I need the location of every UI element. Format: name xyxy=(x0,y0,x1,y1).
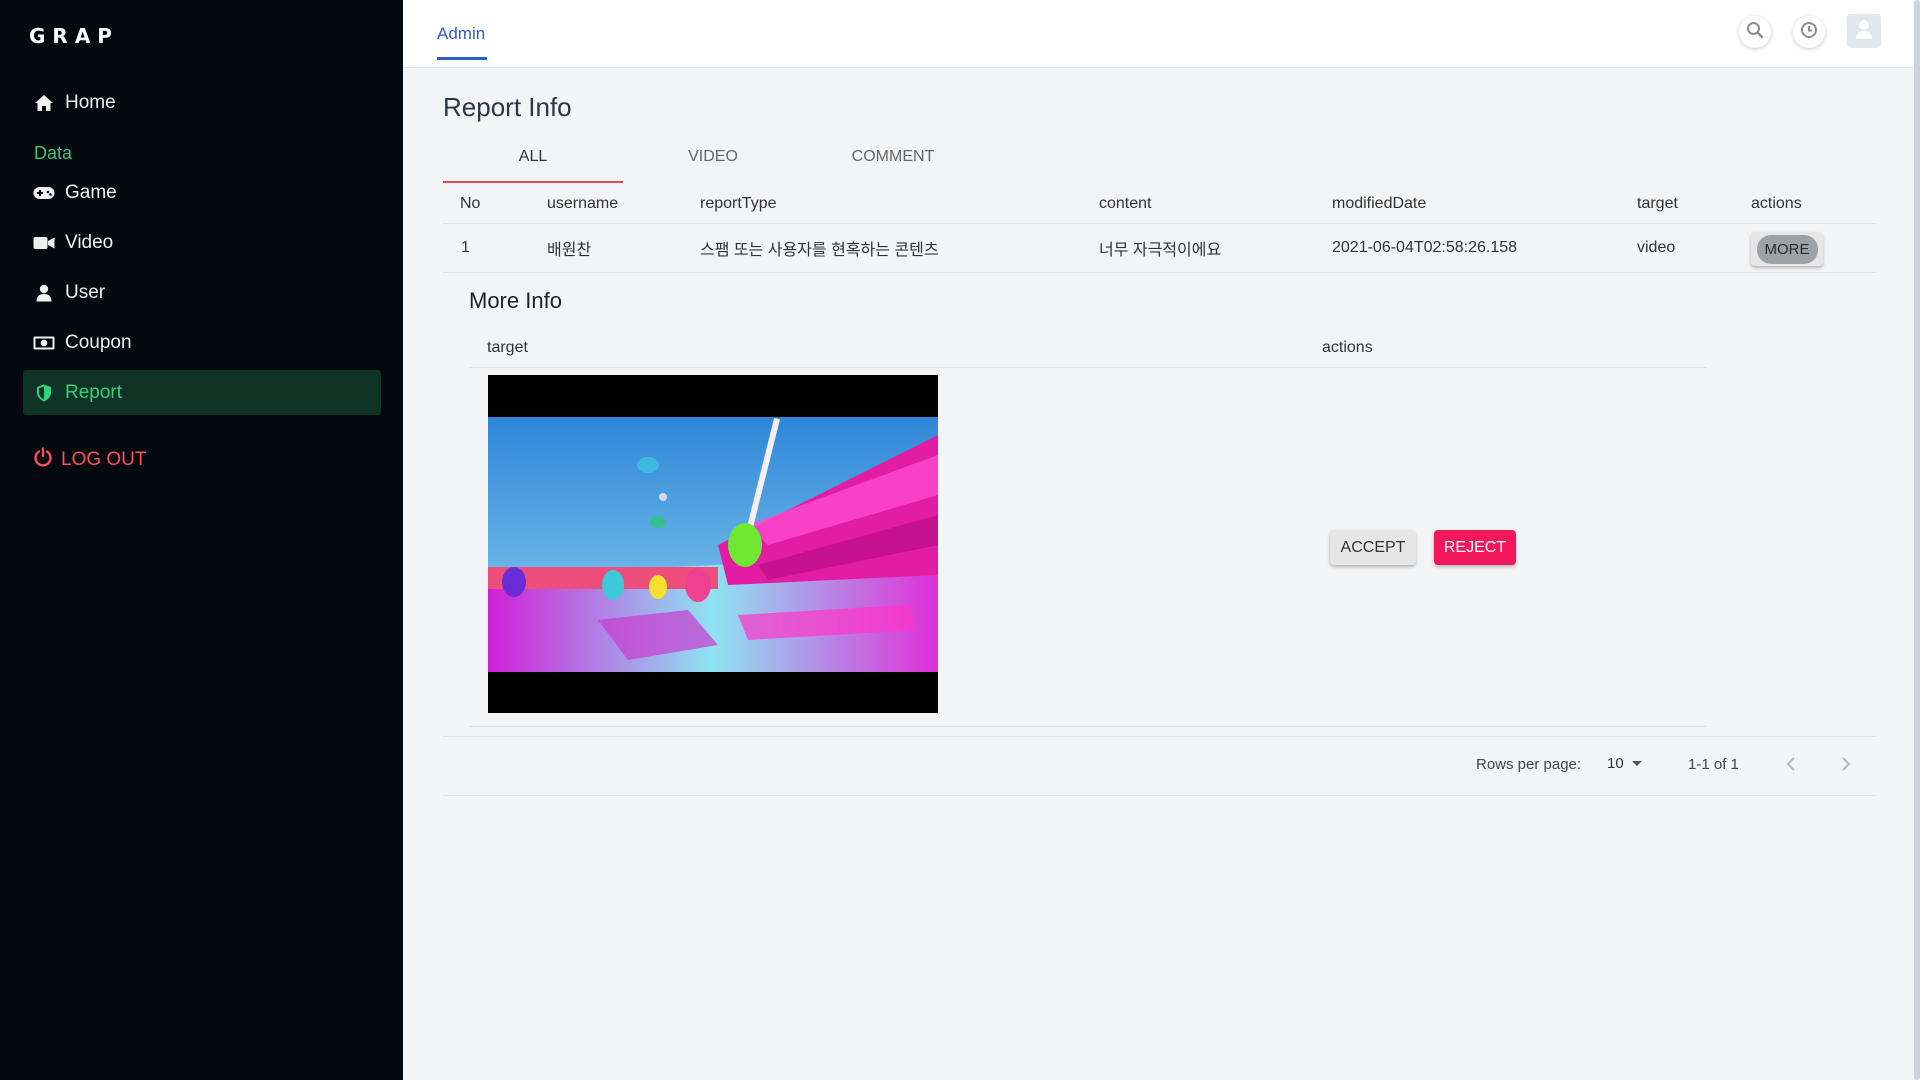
header-content: content xyxy=(1099,194,1152,212)
sidebar-item-video[interactable]: Video xyxy=(23,220,381,265)
sidebar-item-game[interactable]: Game xyxy=(23,170,381,215)
scrollbar-thumb[interactable] xyxy=(1914,0,1920,1080)
gamepad-icon xyxy=(33,182,55,204)
sidebar-item-label: Report xyxy=(65,381,123,403)
logout-button[interactable]: LOG OUT xyxy=(33,447,147,473)
previous-page-button[interactable] xyxy=(1780,755,1802,777)
logout-label: LOG OUT xyxy=(61,449,147,470)
cell-content: 너무 자극적이에요 xyxy=(1099,242,1222,259)
header-actions: actions xyxy=(1751,194,1802,212)
chevron-left-icon xyxy=(1786,756,1796,776)
tab-indicator xyxy=(443,181,623,183)
tab-video[interactable]: VIDEO xyxy=(623,140,803,184)
sidebar-item-label: Video xyxy=(65,231,114,253)
report-tabs: ALL VIDEO COMMENT xyxy=(443,140,1876,184)
header-no: No xyxy=(460,194,481,212)
avatar[interactable] xyxy=(1847,14,1881,48)
next-page-button[interactable] xyxy=(1835,755,1857,777)
more-info-title: More Info xyxy=(469,288,562,313)
divider xyxy=(443,795,1876,796)
tab-all[interactable]: ALL xyxy=(443,140,623,184)
sidebar-item-label: Game xyxy=(65,181,117,203)
history-button[interactable] xyxy=(1793,16,1825,48)
user-icon xyxy=(33,282,55,304)
money-bill-icon xyxy=(33,332,55,354)
sidebar-item-label: Home xyxy=(65,91,116,113)
more-info-header: target actions xyxy=(469,328,1706,368)
video-camera-icon xyxy=(33,232,55,254)
divider xyxy=(443,736,1876,737)
header-modified-date: modifiedDate xyxy=(1332,194,1427,212)
home-icon xyxy=(33,92,55,114)
sidebar: GRAP Home Data Game Video User Coupon Re… xyxy=(0,0,403,1080)
sidebar-item-user[interactable]: User xyxy=(23,270,381,315)
top-bar: Admin xyxy=(403,0,1920,68)
more-button-label: MORE xyxy=(1756,234,1818,264)
cell-modified-date: 2021-06-04T02:58:26.158 xyxy=(1332,239,1518,256)
cell-no: 1 xyxy=(461,239,470,256)
search-button[interactable] xyxy=(1739,16,1771,48)
pagination-range: 1-1 of 1 xyxy=(1688,756,1739,773)
section-label-data: Data xyxy=(34,143,73,163)
tab-comment[interactable]: COMMENT xyxy=(803,140,983,184)
header-actions: actions xyxy=(1322,338,1373,356)
power-icon xyxy=(33,447,53,473)
cell-username: 배원찬 xyxy=(547,242,592,259)
reject-button[interactable]: REJECT xyxy=(1434,530,1516,565)
video-frame-thumbnail xyxy=(488,375,938,713)
header-target: target xyxy=(487,338,528,356)
page-title: Report Info xyxy=(443,92,572,122)
avatar-icon xyxy=(1854,18,1874,45)
sidebar-item-coupon[interactable]: Coupon xyxy=(23,320,381,365)
header-target: target xyxy=(1637,194,1678,212)
accept-button[interactable]: ACCEPT xyxy=(1330,530,1416,565)
chevron-right-icon xyxy=(1841,756,1851,776)
header-report-type: reportType xyxy=(700,194,777,212)
app-logo: GRAP xyxy=(29,24,119,48)
cell-report-type: 스팸 또는 사용자를 현혹하는 콘텐츠 xyxy=(700,242,939,259)
more-button[interactable]: MORE xyxy=(1751,232,1823,266)
tab-admin[interactable]: Admin xyxy=(437,24,485,44)
rows-per-page-label: Rows per page: xyxy=(1476,756,1582,773)
rows-per-page-value: 10 xyxy=(1607,755,1624,772)
search-icon xyxy=(1746,21,1764,44)
tab-admin-indicator xyxy=(437,57,487,60)
sidebar-item-home[interactable]: Home xyxy=(23,80,381,125)
rows-per-page-select[interactable]: 10 xyxy=(1607,755,1642,772)
clock-icon xyxy=(1800,21,1818,44)
shield-icon xyxy=(33,382,55,404)
sidebar-item-report[interactable]: Report xyxy=(23,370,381,415)
table-row: 1 배원찬 스팸 또는 사용자를 현혹하는 콘텐츠 너무 자극적이에요 2021… xyxy=(443,224,1876,273)
sidebar-item-label: Coupon xyxy=(65,331,132,353)
table-header: No username reportType content modifiedD… xyxy=(443,184,1876,224)
header-username: username xyxy=(547,194,619,212)
reported-video-player[interactable] xyxy=(488,375,938,713)
sidebar-item-label: User xyxy=(65,281,106,303)
cell-target: video xyxy=(1637,239,1676,256)
caret-down-icon xyxy=(1631,761,1642,766)
